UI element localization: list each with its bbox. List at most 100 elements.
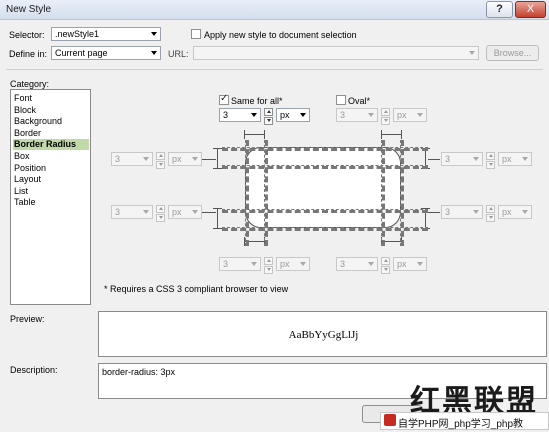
left-top-radius-unit[interactable]: px bbox=[168, 152, 202, 166]
spin-down-icon[interactable] bbox=[486, 161, 495, 169]
spin-up-icon[interactable] bbox=[264, 108, 273, 116]
arrow-tick bbox=[213, 168, 222, 169]
top-right-radius-value[interactable]: 3 bbox=[336, 108, 378, 122]
rounded-box-diagram bbox=[245, 147, 401, 228]
arrow-tick bbox=[244, 130, 245, 139]
right-top-radius-unit[interactable]: px bbox=[498, 152, 532, 166]
spin-up-icon[interactable] bbox=[381, 108, 390, 116]
chevron-down-icon bbox=[151, 51, 157, 55]
chevron-down-icon bbox=[192, 210, 198, 214]
preview-label: Preview: bbox=[10, 314, 45, 324]
spin-down-icon[interactable] bbox=[381, 266, 390, 274]
right-bottom-radius-unit[interactable]: px bbox=[498, 205, 532, 219]
close-button[interactable]: X bbox=[515, 1, 546, 18]
define-in-value: Current page bbox=[55, 48, 108, 58]
category-item[interactable]: Position bbox=[13, 163, 89, 174]
category-item[interactable]: Border Radius bbox=[13, 139, 89, 151]
radius-unit-text: px bbox=[502, 154, 512, 164]
top-left-radius-unit[interactable]: px bbox=[276, 108, 310, 122]
arrow-tick bbox=[381, 130, 382, 139]
spin-up-icon[interactable] bbox=[264, 257, 273, 265]
right-bottom-radius-spinner[interactable] bbox=[486, 205, 495, 222]
category-item[interactable]: Block bbox=[13, 105, 89, 116]
spin-up-icon[interactable] bbox=[486, 205, 495, 213]
radius-value-text: 3 bbox=[445, 207, 451, 217]
spin-up-icon[interactable] bbox=[486, 152, 495, 160]
spin-down-icon[interactable] bbox=[264, 117, 273, 125]
right-top-radius-value[interactable]: 3 bbox=[441, 152, 483, 166]
watermark-logo-icon bbox=[384, 414, 396, 426]
bottom-left-radius-value[interactable]: 3 bbox=[219, 257, 261, 271]
chevron-down-icon bbox=[469, 51, 475, 55]
left-bottom-radius-spinner[interactable] bbox=[156, 205, 165, 222]
spin-down-icon[interactable] bbox=[381, 117, 390, 125]
left-top-radius-value[interactable]: 3 bbox=[111, 152, 153, 166]
url-combo[interactable] bbox=[193, 46, 479, 60]
define-in-combo[interactable]: Current page bbox=[51, 46, 161, 60]
bottom-right-radius-spinner[interactable] bbox=[381, 257, 390, 274]
left-bottom-radius-value[interactable]: 3 bbox=[111, 205, 153, 219]
right-top-radius-spinner[interactable] bbox=[486, 152, 495, 169]
radius-value-text: 3 bbox=[115, 154, 121, 164]
define-in-label: Define in: bbox=[9, 49, 48, 59]
top-left-radius-value[interactable]: 3 bbox=[219, 108, 261, 122]
top-right-radius-spinner[interactable] bbox=[381, 108, 390, 125]
chevron-down-icon bbox=[417, 262, 423, 266]
help-button[interactable]: ? bbox=[486, 1, 513, 18]
radius-value-text: 3 bbox=[223, 110, 229, 120]
spin-down-icon[interactable] bbox=[486, 214, 495, 222]
radius-value-text: 3 bbox=[223, 259, 229, 269]
category-item[interactable]: Border bbox=[13, 128, 89, 139]
chevron-down-icon bbox=[300, 113, 306, 117]
radius-value-text: 3 bbox=[115, 207, 121, 217]
selector-value: .newStyle1 bbox=[55, 29, 100, 39]
oval-checkbox[interactable] bbox=[336, 95, 346, 105]
arrow-tick bbox=[213, 208, 222, 209]
chevron-down-icon bbox=[300, 262, 306, 266]
category-item[interactable]: Box bbox=[13, 151, 89, 162]
chevron-down-icon bbox=[368, 113, 374, 117]
chevron-down-icon bbox=[368, 262, 374, 266]
bottom-right-radius-unit[interactable]: px bbox=[393, 257, 427, 271]
radius-unit-text: px bbox=[172, 154, 182, 164]
arrow-tick bbox=[213, 148, 222, 149]
bottom-right-radius-value[interactable]: 3 bbox=[336, 257, 378, 271]
spin-down-icon[interactable] bbox=[156, 214, 165, 222]
category-item[interactable]: Layout bbox=[13, 174, 89, 185]
arrow-tick bbox=[213, 228, 222, 229]
same-for-all-label: Same for all* bbox=[231, 96, 283, 106]
browse-button[interactable]: Browse... bbox=[486, 45, 539, 61]
top-left-radius-spinner[interactable] bbox=[264, 108, 273, 125]
guide-dashed-line bbox=[222, 147, 428, 151]
apply-label: Apply new style to document selection bbox=[204, 30, 357, 40]
chevron-down-icon bbox=[251, 262, 257, 266]
description-label: Description: bbox=[10, 365, 58, 375]
apply-checkbox[interactable] bbox=[191, 29, 201, 39]
category-item[interactable]: List bbox=[13, 186, 89, 197]
bottom-left-radius-spinner[interactable] bbox=[264, 257, 273, 274]
left-top-radius-spinner[interactable] bbox=[156, 152, 165, 169]
radius-unit-text: px bbox=[502, 207, 512, 217]
spin-up-icon[interactable] bbox=[156, 152, 165, 160]
category-item[interactable]: Font bbox=[13, 93, 89, 104]
preview-box: AaBbYyGgLlJj bbox=[98, 311, 547, 357]
guide-dashed-line bbox=[222, 165, 428, 169]
category-list[interactable]: Font Block Background Border Border Radius Bo… bbox=[10, 89, 91, 305]
same-for-all-checkbox[interactable] bbox=[219, 93, 229, 105]
selector-combo[interactable]: .newStyle1 bbox=[51, 27, 161, 41]
title-bar bbox=[0, 0, 549, 20]
spin-down-icon[interactable] bbox=[156, 161, 165, 169]
bottom-left-radius-unit[interactable]: px bbox=[276, 257, 310, 271]
connector-line bbox=[428, 159, 440, 160]
right-bottom-radius-value[interactable]: 3 bbox=[441, 205, 483, 219]
spin-up-icon[interactable] bbox=[156, 205, 165, 213]
spin-up-icon[interactable] bbox=[381, 257, 390, 265]
top-right-radius-unit[interactable]: px bbox=[393, 108, 427, 122]
spin-down-icon[interactable] bbox=[264, 266, 273, 274]
category-item[interactable]: Table bbox=[13, 197, 89, 208]
url-label: URL: bbox=[168, 49, 189, 59]
radius-unit-text: px bbox=[397, 259, 407, 269]
connector-line bbox=[202, 212, 216, 213]
left-bottom-radius-unit[interactable]: px bbox=[168, 205, 202, 219]
category-item[interactable]: Background bbox=[13, 116, 89, 127]
